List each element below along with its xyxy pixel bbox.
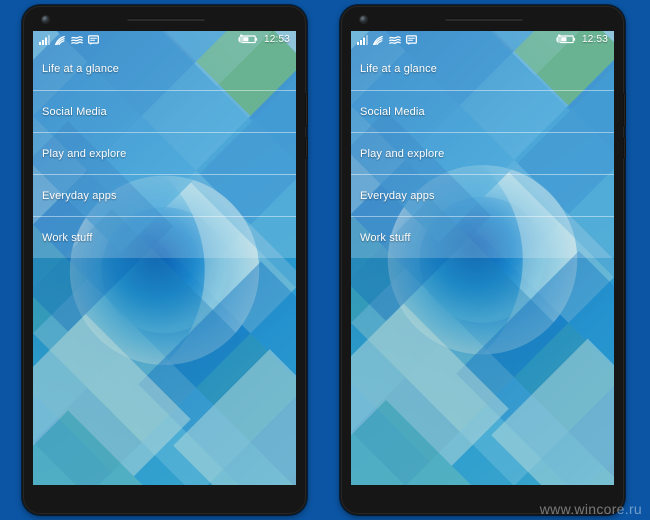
status-clock: 12:53 [263,33,290,45]
menu-item-label: Work stuff [360,231,411,244]
wifi-icon [55,35,65,45]
menu-item-life-at-a-glance[interactable]: Life at a glance [33,48,296,90]
status-icons-right: 12:53 [238,34,290,45]
menu-item-label: Social Media [42,105,107,118]
menu-item-social-media[interactable]: Social Media [33,90,296,132]
menu-item-life-at-a-glance[interactable]: Life at a glance [351,48,614,90]
menu-item-play-and-explore[interactable]: Play and explore [33,132,296,174]
message-icon [88,34,99,45]
data-connection-icon [389,35,401,44]
menu-item-everyday-apps[interactable]: Everyday apps [33,174,296,216]
message-icon [406,34,417,45]
status-bar: 12:53 [351,31,614,48]
side-power-button[interactable] [623,137,626,159]
menu-item-label: Work stuff [42,231,93,244]
menu-item-work-stuff[interactable]: Work stuff [351,216,614,258]
menu-item-label: Life at a glance [360,63,438,75]
status-icons-left [39,34,99,45]
side-volume-button[interactable] [305,93,308,127]
side-volume-button[interactable] [623,93,626,127]
phone-left: 12:53 Life at a glance Social Media Play an… [22,5,308,515]
front-camera-icon [42,16,49,23]
screenshot-stage: 12:53 Life at a glance Social Media Play an… [0,0,650,520]
wifi-icon [373,35,383,45]
menu-item-work-stuff[interactable]: Work stuff [33,216,296,258]
earpiece-speaker [126,18,205,21]
menu-item-social-media[interactable]: Social Media [351,90,614,132]
phone-right: 12:53 Life at a glance Social Media Play an… [340,5,626,515]
menu-item-label: Play and explore [360,147,445,160]
battery-icon [556,34,576,44]
status-clock: 12:53 [581,33,608,45]
home-menu-list: Life at a glance Social Media Play and exp… [351,48,614,258]
status-icons-left [357,34,417,45]
menu-item-everyday-apps[interactable]: Everyday apps [351,174,614,216]
menu-item-label: Life at a glance [42,63,120,75]
home-menu-list: Life at a glance Social Media Play and exp… [33,48,296,258]
status-icons-right: 12:53 [556,34,608,45]
data-connection-icon [71,35,83,44]
cellular-signal-icon [39,34,50,45]
menu-item-label: Play and explore [42,147,127,160]
watermark: www.wincore.ru [539,501,642,517]
status-bar: 12:53 [33,31,296,48]
side-power-button[interactable] [305,137,308,159]
earpiece-speaker [444,18,523,21]
menu-item-label: Everyday apps [360,189,435,202]
front-camera-icon [360,16,367,23]
menu-item-play-and-explore[interactable]: Play and explore [351,132,614,174]
menu-item-label: Everyday apps [42,189,117,202]
phone-screen[interactable]: 12:53 Life at a glance Social Media Play an… [351,31,614,485]
phone-screen[interactable]: 12:53 Life at a glance Social Media Play an… [33,31,296,485]
menu-item-label: Social Media [360,105,425,118]
battery-icon [238,34,258,44]
cellular-signal-icon [357,34,368,45]
